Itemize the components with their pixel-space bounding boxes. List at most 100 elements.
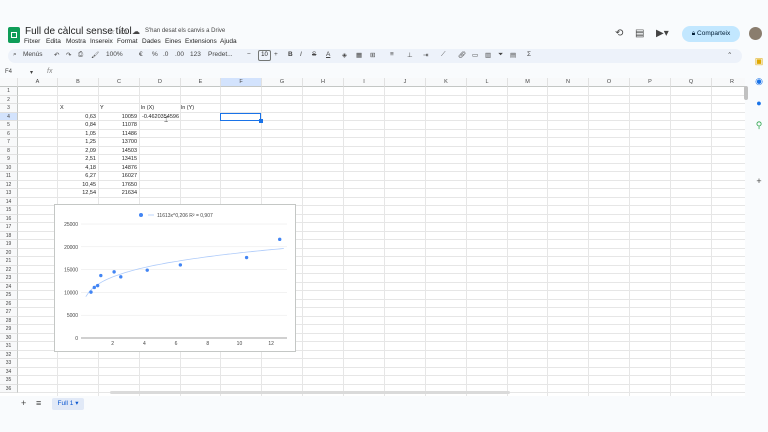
name-box[interactable]: F4	[5, 69, 12, 75]
row-header-11[interactable]: 11	[0, 172, 18, 181]
column-header-n[interactable]: N	[548, 78, 589, 87]
cell-c13[interactable]: 21634	[99, 190, 137, 196]
menu-format[interactable]: Format	[117, 38, 138, 45]
menu-tools[interactable]: Eines	[165, 38, 181, 45]
cell-b9[interactable]: 2,51	[58, 156, 96, 162]
row-header-33[interactable]: 33	[0, 359, 18, 368]
cell-c3[interactable]: Y	[100, 105, 104, 111]
row-header-3[interactable]: 3	[0, 104, 18, 113]
row-header-2[interactable]: 2	[0, 95, 18, 104]
align-left-icon[interactable]: ≡	[390, 51, 394, 58]
italic-button[interactable]: I	[300, 51, 302, 58]
menu-extensions[interactable]: Extensions	[185, 38, 217, 45]
tasks-icon[interactable]: ◉	[754, 76, 764, 86]
chart[interactable]: 0 5000 10000 15000 20000 25000 2 4 6 8 10 12 11613x^…	[54, 204, 296, 352]
cell-c4[interactable]: 10059	[99, 114, 137, 120]
comment-icon[interactable]: ▭	[472, 51, 478, 59]
text-wrap-icon[interactable]: ⇥	[423, 51, 428, 59]
sheets-logo-icon[interactable]	[8, 27, 20, 43]
row-header-1[interactable]: 1	[0, 87, 18, 96]
row-header-28[interactable]: 28	[0, 316, 18, 325]
column-header-c[interactable]: C	[99, 78, 140, 87]
row-header-12[interactable]: 12	[0, 180, 18, 189]
row-header-27[interactable]: 27	[0, 308, 18, 317]
select-all-corner[interactable]	[0, 78, 18, 87]
column-header-b[interactable]: B	[58, 78, 99, 87]
font-size-input[interactable]: 10	[258, 50, 271, 61]
row-header-31[interactable]: 31	[0, 342, 18, 351]
save-status[interactable]: S'han desat els canvis a Drive	[145, 28, 225, 34]
maps-icon[interactable]: ⚲	[754, 120, 764, 130]
row-header-17[interactable]: 17	[0, 223, 18, 232]
column-header-f[interactable]: F	[221, 78, 262, 87]
row-header-14[interactable]: 14	[0, 197, 18, 206]
merge-cells-icon[interactable]: ⊞	[370, 51, 375, 59]
formula-input[interactable]	[58, 68, 738, 77]
add-addon-icon[interactable]: +	[754, 176, 764, 186]
cell-b3[interactable]: X	[60, 105, 64, 111]
cloud-saved-icon[interactable]: ☁	[132, 27, 140, 36]
zoom-select[interactable]: 100%	[106, 51, 123, 58]
cell-b13[interactable]: 12,54	[58, 190, 96, 196]
column-header-e[interactable]: E	[181, 78, 221, 87]
row-header-22[interactable]: 22	[0, 265, 18, 274]
row-header-13[interactable]: 13	[0, 189, 18, 198]
column-header-h[interactable]: H	[303, 78, 344, 87]
row-header-23[interactable]: 23	[0, 274, 18, 283]
cell-c9[interactable]: 13415	[99, 156, 137, 162]
fill-handle[interactable]	[259, 119, 263, 123]
row-header-35[interactable]: 35	[0, 376, 18, 385]
filter-views-icon[interactable]: ▤	[510, 51, 516, 59]
cell-d3[interactable]: ln (X)	[141, 105, 154, 111]
cell-b11[interactable]: 6,27	[58, 173, 96, 179]
vertical-scrollbar[interactable]	[744, 86, 748, 100]
link-icon[interactable]: 🔗︎	[458, 51, 466, 59]
cell-b12[interactable]: 10,45	[58, 182, 96, 188]
menu-file[interactable]: Fitxer	[24, 38, 40, 45]
menu-insert[interactable]: Insereix	[90, 38, 113, 45]
fill-color-icon[interactable]: ◈	[342, 51, 347, 59]
column-header-d[interactable]: D	[140, 78, 181, 87]
column-header-a[interactable]: A	[18, 78, 58, 87]
column-header-l[interactable]: L	[467, 78, 508, 87]
row-header-26[interactable]: 26	[0, 299, 18, 308]
bold-button[interactable]: B	[288, 51, 293, 58]
move-folder-icon[interactable]: ▭	[120, 27, 128, 36]
cell-b6[interactable]: 1,05	[58, 131, 96, 137]
column-header-o[interactable]: O	[589, 78, 630, 87]
row-header-8[interactable]: 8	[0, 146, 18, 155]
row-header-34[interactable]: 34	[0, 367, 18, 376]
row-header-29[interactable]: 29	[0, 325, 18, 334]
menu-edit[interactable]: Edita	[46, 38, 61, 45]
undo-icon[interactable]: ↶	[54, 51, 59, 59]
row-header-32[interactable]: 32	[0, 350, 18, 359]
avatar[interactable]	[749, 27, 762, 40]
sheet-tab-full-1[interactable]: Full 1 ▾	[52, 398, 84, 410]
column-header-r[interactable]: R	[712, 78, 745, 87]
menu-help[interactable]: Ajuda	[220, 38, 237, 45]
redo-icon[interactable]: ↷	[66, 51, 71, 59]
row-header-10[interactable]: 10	[0, 163, 18, 172]
cell-c11[interactable]: 16027	[99, 173, 137, 179]
cell-c5[interactable]: 11078	[99, 122, 137, 128]
comments-icon[interactable]: ▤	[635, 28, 644, 39]
column-header-k[interactable]: K	[426, 78, 467, 87]
cell-b5[interactable]: 0,84	[58, 122, 96, 128]
cell-c12[interactable]: 17650	[99, 182, 137, 188]
row-header-30[interactable]: 30	[0, 333, 18, 342]
row-header-18[interactable]: 18	[0, 231, 18, 240]
star-icon[interactable]: ☆	[108, 27, 115, 36]
text-color-button[interactable]: A	[326, 51, 330, 58]
keep-icon[interactable]: ▣	[754, 56, 764, 66]
cell-b10[interactable]: 4,18	[58, 165, 96, 171]
cell-c7[interactable]: 13700	[99, 139, 137, 145]
cell-b7[interactable]: 1,25	[58, 139, 96, 145]
cell-c6[interactable]: 11486	[99, 131, 137, 137]
row-header-21[interactable]: 21	[0, 257, 18, 266]
strikethrough-button[interactable]: S	[312, 51, 316, 58]
column-header-m[interactable]: M	[508, 78, 548, 87]
row-header-20[interactable]: 20	[0, 248, 18, 257]
column-header-g[interactable]: G	[262, 78, 303, 87]
cell-e3[interactable]: ln (Y)	[181, 105, 194, 111]
borders-icon[interactable]: ▦	[356, 51, 362, 59]
